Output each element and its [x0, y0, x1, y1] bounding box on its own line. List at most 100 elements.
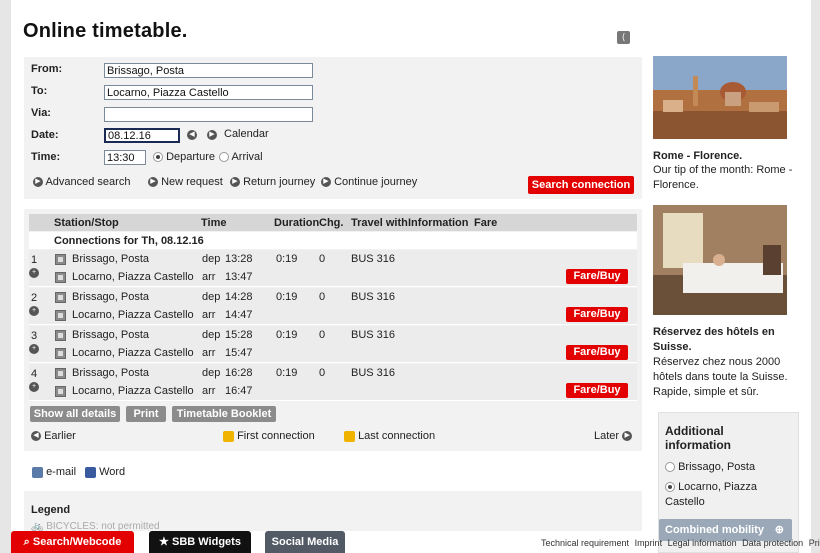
to-label: To:	[31, 85, 48, 97]
to-stop[interactable]: Locarno, Piazza Castello	[72, 385, 194, 397]
date-label: Date:	[31, 129, 59, 141]
footer-link-print[interactable]: Print	[809, 538, 820, 548]
arr-label: arr	[202, 385, 216, 397]
arr-label: arr	[202, 271, 216, 283]
main-page: Online timetable. ⟨ From: To: Via: Date:…	[11, 0, 820, 553]
later-link[interactable]: Later ▶	[594, 430, 633, 442]
advanced-search-link[interactable]: ▶ Advanced search	[33, 176, 130, 188]
to-stop[interactable]: Locarno, Piazza Castello	[72, 271, 194, 283]
changes: 0	[319, 253, 326, 265]
share-icon[interactable]: ⟨	[617, 31, 630, 44]
fare-buy-button[interactable]: Fare/Buy	[566, 307, 628, 322]
footer-link-legal[interactable]: Legal information	[668, 538, 737, 548]
changes: 0	[319, 367, 326, 379]
from-stop[interactable]: Brissago, Posta	[72, 367, 149, 379]
show-all-details-button[interactable]: Show all details	[30, 406, 120, 422]
stop-icon	[55, 330, 66, 341]
to-stop[interactable]: Locarno, Piazza Castello	[72, 309, 194, 321]
stop1-option[interactable]: Brissago, Posta	[665, 461, 755, 473]
dep-label: dep	[202, 329, 221, 341]
expand-icon[interactable]: +	[29, 268, 39, 278]
stop2-radio[interactable]	[665, 482, 675, 493]
fare-buy-button[interactable]: Fare/Buy	[566, 383, 628, 398]
footer-tab-sbb-widgets[interactable]: ★ SBB Widgets	[149, 531, 251, 553]
date-prev-icon[interactable]: ◀	[187, 130, 197, 140]
continue-journey-link[interactable]: ▶ Continue journey	[321, 176, 417, 188]
footer-tab-label: SBB Widgets	[171, 536, 241, 548]
search-connection-button[interactable]: Search connection	[528, 176, 634, 194]
col-station: Station/Stop	[54, 217, 119, 229]
dep-label: dep	[202, 253, 221, 265]
departure-radio-dot[interactable]	[153, 152, 163, 163]
expand-icon[interactable]: +	[29, 382, 39, 392]
arrow-right-icon: ▶	[321, 177, 331, 188]
later-label: Later	[594, 430, 620, 442]
first-connection-label: First connection	[237, 430, 315, 442]
footer-tab-social-media[interactable]: Social Media	[265, 531, 345, 553]
arrival-radio-dot[interactable]	[219, 152, 229, 163]
last-connection-link[interactable]: Last connection	[344, 430, 435, 442]
from-stop[interactable]: Brissago, Posta	[72, 329, 149, 341]
from-stop[interactable]: Brissago, Posta	[72, 253, 149, 265]
word-link[interactable]: Word	[85, 466, 125, 478]
connection-row[interactable]: 1 + Brissago, Posta Locarno, Piazza Cast…	[29, 250, 637, 287]
stop1-radio[interactable]	[665, 462, 675, 473]
from-stop[interactable]: Brissago, Posta	[72, 291, 149, 303]
dep-time: 15:28	[225, 329, 253, 341]
search-form: From: To: Via: Date: ◀ ▶ Calendar Time: …	[24, 57, 642, 199]
connection-row[interactable]: 3 + Brissago, Posta Locarno, Piazza Cast…	[29, 326, 637, 363]
dep-time: 14:28	[225, 291, 253, 303]
expand-icon[interactable]: +	[29, 344, 39, 354]
footer-link-data-protection[interactable]: Data protection	[742, 538, 803, 548]
additional-info-panel: Additional information Brissago, Posta L…	[658, 412, 799, 553]
departure-radio[interactable]: Departure	[153, 151, 215, 163]
footer-link-technical[interactable]: Technical requirement	[541, 538, 629, 548]
timetable-booklet-button[interactable]: Timetable Booklet	[172, 406, 276, 422]
new-request-label: New request	[161, 176, 223, 188]
to-stop[interactable]: Locarno, Piazza Castello	[72, 347, 194, 359]
via-input[interactable]	[104, 107, 313, 122]
arrival-radio[interactable]: Arrival	[219, 151, 263, 163]
promo2-title[interactable]: Réservez des hôtels en Suisse.	[653, 325, 793, 355]
print-button[interactable]: Print	[126, 406, 166, 422]
email-link[interactable]: e-mail	[32, 466, 76, 478]
calendar-link[interactable]: Calendar	[224, 128, 269, 140]
arr-time: 16:47	[225, 385, 253, 397]
date-next-icon[interactable]: ▶	[207, 130, 217, 140]
arr-label: arr	[202, 309, 216, 321]
email-label: e-mail	[46, 466, 77, 478]
email-icon	[32, 466, 43, 478]
to-input[interactable]	[104, 85, 313, 100]
word-icon	[85, 466, 96, 478]
florence-image[interactable]	[653, 56, 787, 139]
connection-row[interactable]: 4 + Brissago, Posta Locarno, Piazza Cast…	[29, 364, 637, 401]
hotel-image[interactable]	[653, 205, 787, 315]
date-input[interactable]	[104, 128, 180, 143]
results-panel: Station/Stop Time Duration Chg. Travel w…	[24, 209, 642, 451]
expand-icon[interactable]: +	[29, 306, 39, 316]
footer-link-imprint[interactable]: Imprint	[635, 538, 663, 548]
departure-label: Departure	[166, 151, 215, 163]
fare-buy-button[interactable]: Fare/Buy	[566, 269, 628, 284]
col-information: Information	[408, 217, 469, 229]
time-input[interactable]	[104, 150, 146, 165]
new-request-link[interactable]: ▶ New request	[148, 176, 223, 188]
advanced-search-label: Advanced search	[45, 176, 131, 188]
arr-time: 15:47	[225, 347, 253, 359]
changes: 0	[319, 329, 326, 341]
from-input[interactable]	[104, 63, 313, 78]
footer-tab-search-webcode[interactable]: ⌕ Search/Webcode	[11, 531, 134, 553]
return-journey-label: Return journey	[243, 176, 316, 188]
promo1-title[interactable]: Rome - Florence.	[653, 149, 793, 164]
connection-row[interactable]: 2 + Brissago, Posta Locarno, Piazza Cast…	[29, 288, 637, 325]
arrow-right-icon: ▶	[622, 431, 633, 442]
fare-buy-button[interactable]: Fare/Buy	[566, 345, 628, 360]
connections-title: Connections for Th, 08.12.16	[29, 232, 637, 249]
last-connection-label: Last connection	[358, 430, 436, 442]
first-connection-link[interactable]: First connection	[223, 430, 315, 442]
stop2-option[interactable]: Locarno, Piazza Castello	[665, 480, 790, 510]
earlier-link[interactable]: ◀ Earlier	[31, 430, 76, 442]
return-journey-link[interactable]: ▶ Return journey	[230, 176, 315, 188]
time-label: Time:	[31, 151, 61, 163]
stop1-label: Brissago, Posta	[678, 461, 756, 473]
